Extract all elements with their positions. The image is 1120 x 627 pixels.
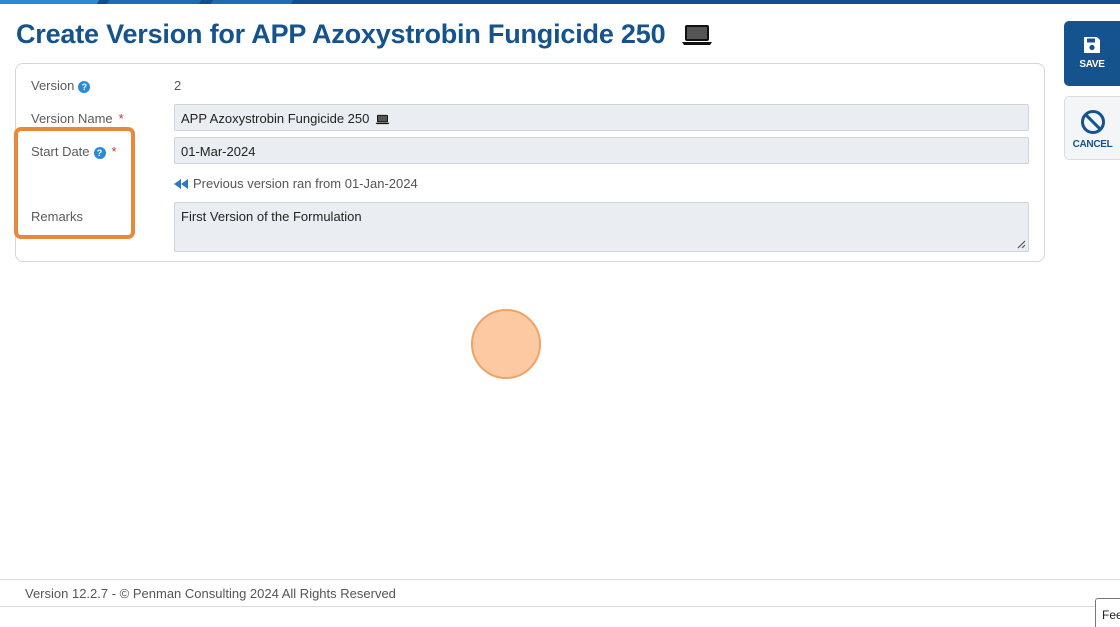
ban-icon bbox=[1080, 110, 1105, 134]
click-indicator bbox=[471, 309, 541, 379]
footer-copyright: Version 12.2.7 - © Penman Consulting 202… bbox=[25, 586, 396, 601]
cancel-button[interactable]: CANCEL bbox=[1064, 96, 1120, 160]
previous-version-text: Previous version ran from 01-Jan-2024 bbox=[193, 176, 418, 191]
save-button[interactable]: SAVE bbox=[1064, 21, 1120, 86]
stripe-segment bbox=[0, 0, 100, 4]
footer-divider bbox=[0, 606, 1120, 607]
stripe-segment bbox=[210, 0, 294, 4]
previous-version-note: Previous version ran from 01-Jan-2024 bbox=[174, 176, 418, 191]
page-title-text: Create Version for APP Azoxystrobin Fung… bbox=[16, 19, 666, 50]
feedback-button[interactable]: Feedback bbox=[1095, 598, 1120, 627]
rewind-icon bbox=[174, 179, 188, 189]
remarks-textarea[interactable]: First Version of the Formulation bbox=[174, 202, 1029, 252]
highlight-box bbox=[14, 127, 135, 239]
required-mark: * bbox=[118, 111, 124, 126]
footer-divider bbox=[0, 579, 1120, 580]
start-date-value: 01-Mar-2024 bbox=[181, 144, 256, 159]
page-title: Create Version for APP Azoxystrobin Fung… bbox=[16, 18, 713, 50]
version-value: 2 bbox=[174, 78, 182, 93]
help-icon[interactable]: ? bbox=[78, 81, 91, 93]
version-name-field[interactable]: APP Azoxystrobin Fungicide 250 bbox=[174, 104, 1029, 131]
version-name-value: APP Azoxystrobin Fungicide 250 bbox=[181, 111, 370, 126]
version-name-label-text: Version Name bbox=[31, 111, 113, 126]
version-name-label: Version Name * bbox=[31, 111, 124, 126]
remarks-value: First Version of the Formulation bbox=[181, 209, 362, 224]
resize-handle-icon[interactable] bbox=[1017, 240, 1026, 249]
laptop-icon bbox=[681, 24, 712, 45]
version-label-text: Version bbox=[31, 78, 75, 93]
top-stripe bbox=[0, 0, 1120, 4]
save-button-label: SAVE bbox=[1079, 59, 1105, 70]
floppy-disk-icon bbox=[1084, 37, 1100, 53]
cancel-button-label: CANCEL bbox=[1072, 139, 1113, 150]
stripe-segment bbox=[106, 0, 202, 4]
version-label: Version? bbox=[31, 78, 91, 93]
laptop-icon bbox=[376, 114, 390, 125]
start-date-field[interactable]: 01-Mar-2024 bbox=[174, 137, 1029, 164]
